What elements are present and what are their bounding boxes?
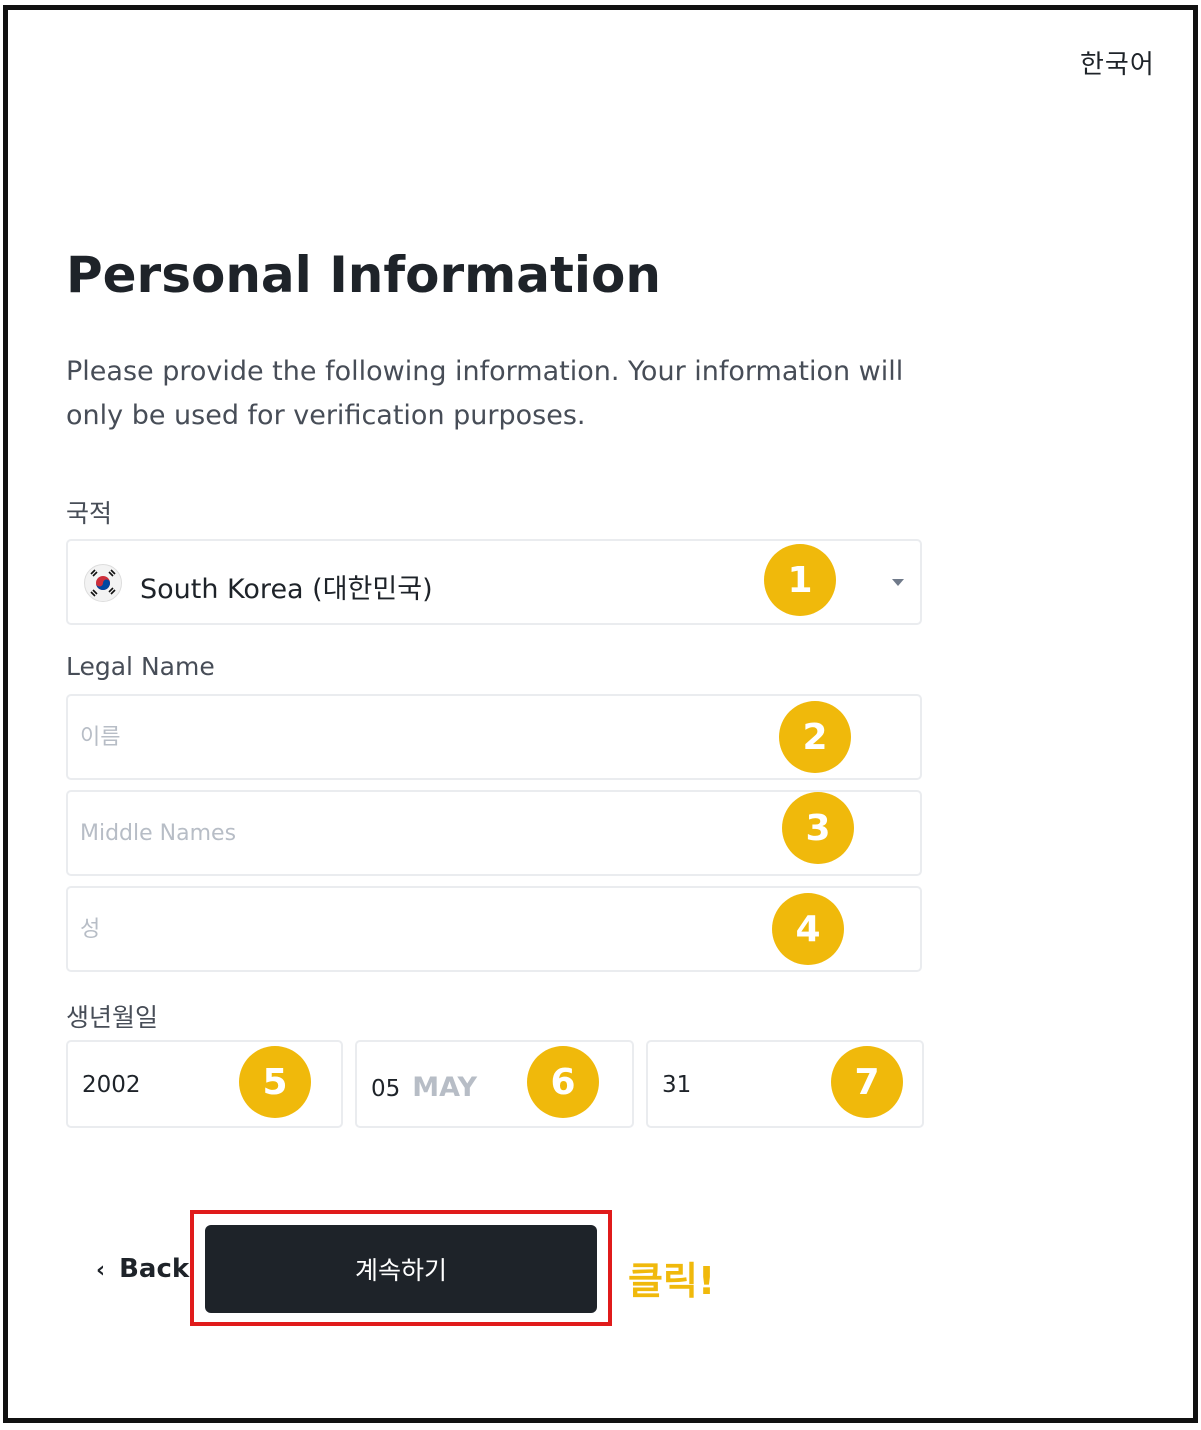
click-annotation: 클릭! <box>628 1259 716 1303</box>
language-selector[interactable]: 한국어 <box>1080 44 1155 81</box>
birth-month-number: 05 <box>371 1076 401 1102</box>
step-badge-2: 2 <box>779 701 851 773</box>
first-name-input[interactable] <box>80 696 760 778</box>
step-badge-7: 7 <box>831 1046 903 1118</box>
chevron-down-icon[interactable] <box>892 579 904 586</box>
continue-button[interactable]: 계속하기 <box>205 1225 597 1313</box>
nationality-value: South Korea (대한민국) <box>140 574 433 605</box>
back-label: Back <box>119 1254 190 1284</box>
birth-date-label: 생년월일 <box>66 1003 159 1032</box>
middle-names-input[interactable] <box>80 792 760 874</box>
birth-day-value: 31 <box>662 1072 692 1098</box>
birth-year-value: 2002 <box>82 1072 141 1098</box>
step-badge-5: 5 <box>239 1046 311 1118</box>
chevron-left-icon: ‹ <box>96 1258 106 1283</box>
legal-name-label: Legal Name <box>66 652 215 681</box>
page-title: Personal Information <box>66 246 661 304</box>
back-button[interactable]: ‹ Back <box>96 1254 189 1284</box>
nationality-label: 국적 <box>66 499 113 528</box>
step-badge-6: 6 <box>527 1046 599 1118</box>
step-badge-4: 4 <box>772 893 844 965</box>
south-korea-flag-icon <box>84 564 122 602</box>
last-name-input[interactable] <box>80 888 760 970</box>
step-badge-3: 3 <box>782 792 854 864</box>
birth-month-name: MAY <box>412 1072 478 1103</box>
page-description: Please provide the following information… <box>66 356 904 431</box>
birth-month-display: 05 MAY <box>371 1072 477 1103</box>
step-badge-1: 1 <box>764 544 836 616</box>
